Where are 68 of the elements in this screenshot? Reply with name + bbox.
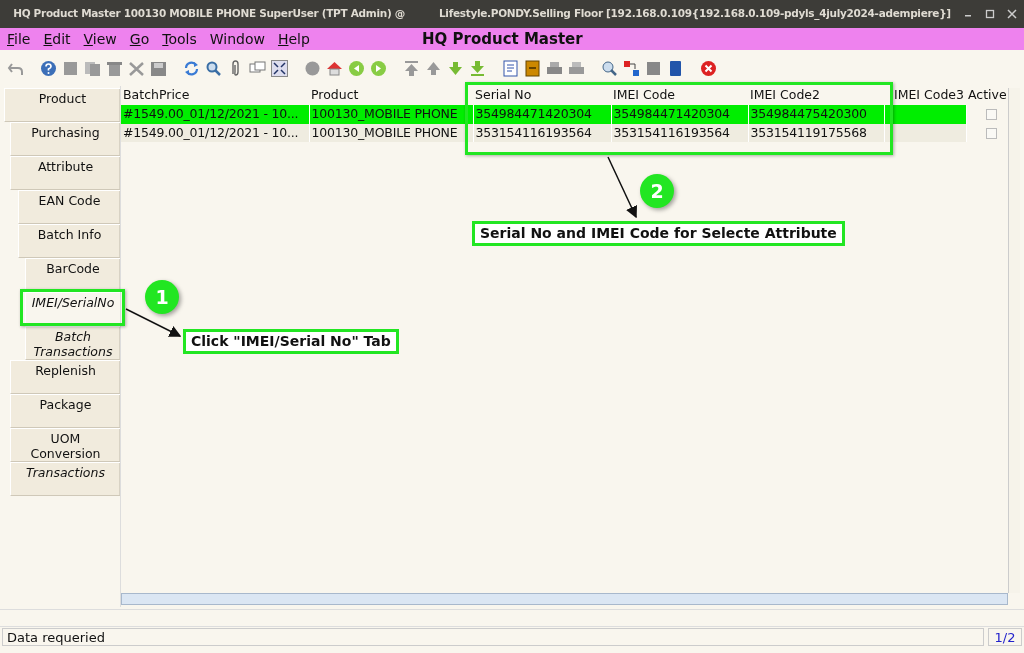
column-header[interactable]: Serial No — [473, 86, 611, 105]
expand-icon[interactable] — [271, 59, 288, 77]
first-record-icon[interactable] — [403, 59, 420, 77]
tab[interactable]: Transactions — [10, 462, 120, 496]
horizontal-scrollbar[interactable] — [121, 593, 1008, 605]
table-cell: 100130_MOBILE PHONE — [309, 104, 473, 124]
copy-icon[interactable] — [84, 59, 101, 77]
checkbox[interactable] — [985, 108, 997, 120]
workflow-icon[interactable] — [623, 59, 640, 77]
printer-icon[interactable] — [568, 59, 585, 77]
close-icon[interactable] — [700, 59, 717, 77]
table-cell: 354984471420304 — [611, 104, 748, 124]
column-header[interactable]: IMEI Code2 — [748, 86, 884, 105]
column-header[interactable]: Product — [309, 86, 473, 105]
help-icon[interactable] — [40, 59, 57, 77]
callout-label: Click "IMEI/Serial No" Tab — [183, 329, 399, 354]
menu-item[interactable]: File — [0, 28, 37, 50]
column-header[interactable]: Active — [966, 86, 1009, 105]
arrow — [125, 308, 182, 337]
menu-item[interactable]: Help — [270, 28, 316, 50]
tab[interactable]: Product — [4, 88, 120, 122]
column-header[interactable]: IMEI Code3 — [884, 86, 966, 105]
printer-icon[interactable] — [546, 59, 563, 77]
tab[interactable]: BarCode — [25, 258, 120, 292]
table-cell: 354984471420304 — [473, 104, 611, 124]
book-icon[interactable] — [667, 59, 684, 77]
up-arrow-icon[interactable] — [425, 59, 442, 77]
checkbox[interactable] — [985, 127, 997, 139]
tab[interactable]: Batch Transactions — [25, 326, 120, 360]
menu-item[interactable]: Window — [202, 28, 271, 50]
report-icon[interactable] — [502, 59, 519, 77]
menu-item[interactable]: Tools — [155, 28, 203, 50]
table-cell: 354984475420300 — [748, 104, 884, 124]
tab[interactable]: EAN Code — [18, 190, 120, 224]
menu-item[interactable]: View — [76, 28, 123, 50]
vertical-scrollbar[interactable] — [1008, 88, 1020, 593]
callout-label: Serial No and IMEI Code for Selecte Attribute — [472, 221, 845, 246]
document-icon[interactable] — [645, 59, 662, 77]
menu-item[interactable]: Edit — [36, 28, 77, 50]
delete-icon[interactable] — [106, 59, 123, 77]
zoom-icon[interactable] — [601, 59, 618, 77]
step-number: 1 — [145, 280, 179, 314]
table-cell: #1549.00_01/12/2021 - 10... — [121, 104, 309, 124]
tab[interactable]: Package — [10, 394, 120, 428]
record-counter: 1/2 — [988, 628, 1022, 646]
save-icon[interactable] — [150, 59, 167, 77]
window-title: HQ Product Master 100130 MOBILE PHONE SuperUser (TPT Admin) @ Lifestyle.PONDY.Selling Floor [192.168.0.109{192.168.0.109-pdyls_4july2024-adempiere}] — [12, 6, 952, 22]
last-record-icon[interactable] — [469, 59, 486, 77]
arrow — [607, 156, 637, 219]
archive-icon[interactable] — [524, 59, 541, 77]
home-icon[interactable] — [326, 59, 343, 77]
new-record-icon[interactable] — [62, 59, 79, 77]
status-message: Data requeried — [2, 628, 984, 646]
window-heading: HQ Product Master — [422, 28, 583, 50]
search-icon[interactable] — [205, 59, 222, 77]
column-header[interactable]: BatchPrice — [121, 86, 309, 105]
refresh-icon[interactable] — [183, 59, 200, 77]
tab[interactable]: Attribute — [10, 156, 120, 190]
tab[interactable]: UOM Conversion — [10, 428, 120, 462]
down-arrow-icon[interactable] — [447, 59, 464, 77]
delete-selection-icon[interactable] — [128, 59, 145, 77]
tab[interactable]: Purchasing — [10, 122, 120, 156]
tab[interactable]: Batch Info — [18, 224, 120, 258]
history-icon[interactable] — [304, 59, 321, 77]
step-number: 2 — [640, 174, 674, 208]
tab[interactable]: Replenish — [10, 360, 120, 394]
menu-item[interactable]: Go — [122, 28, 156, 50]
column-header[interactable]: IMEI Code — [611, 86, 748, 105]
